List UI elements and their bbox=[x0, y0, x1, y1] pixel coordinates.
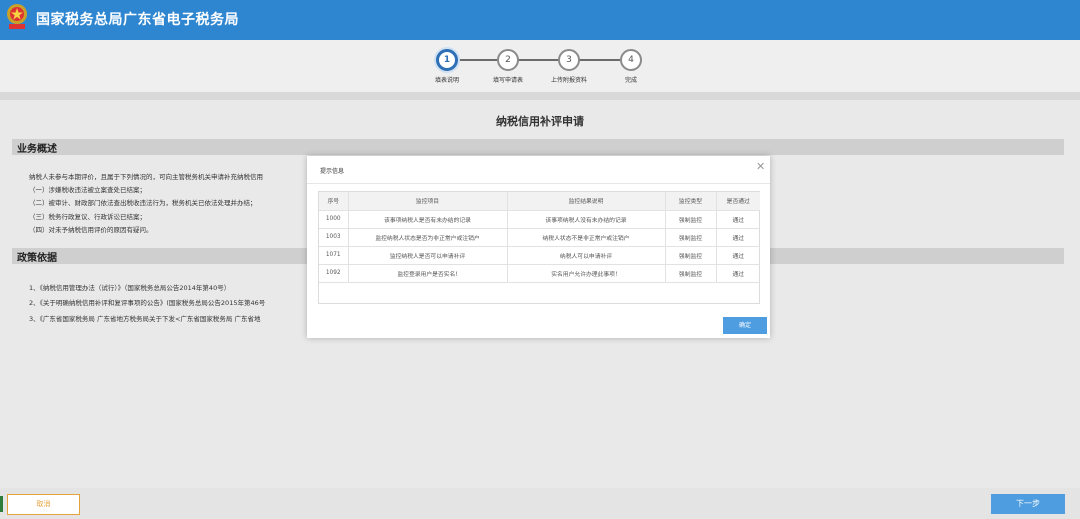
app-title: 国家税务总局广东省电子税务局 bbox=[36, 12, 239, 28]
table-cell: 强制监控 bbox=[665, 210, 717, 229]
confirm-button[interactable]: 确定 bbox=[723, 317, 767, 334]
column-header: 监控类型 bbox=[665, 192, 717, 211]
left-edge-marker bbox=[0, 496, 3, 512]
table-cell: 通过 bbox=[716, 228, 760, 247]
step-1-circle: 1 bbox=[436, 49, 458, 71]
overview-section-header: 业务概述 bbox=[12, 139, 1064, 155]
table-row: 1092 监控登录用户是否实名! 实名用户允许办理此事项！ 强制监控 通过 bbox=[319, 264, 760, 283]
table-cell: 1092 bbox=[319, 264, 349, 283]
top-header-bar: 国家税务总局广东省电子税务局 bbox=[0, 0, 1080, 40]
table-cell: 1071 bbox=[319, 246, 349, 265]
cancel-button[interactable]: 取消 bbox=[7, 494, 80, 515]
column-header: 监控项目 bbox=[348, 192, 508, 211]
step-indicator: 1 2 3 4 填表说明 填写申请表 上传附报资料 完成 bbox=[0, 40, 1080, 92]
step-4-label: 完成 bbox=[624, 77, 637, 84]
table-cell: 实名用户允许办理此事项！ bbox=[507, 264, 666, 283]
overview-title: 业务概述 bbox=[17, 144, 57, 155]
policy-title: 政策依据 bbox=[17, 253, 57, 264]
table-cell: 1003 bbox=[319, 228, 349, 247]
overview-line: （三）税务行政复议、行政诉讼已结案； bbox=[29, 213, 146, 221]
table-cell: 监控纳税人状态是否为非正常户或注销户 bbox=[348, 228, 508, 247]
overview-line: （一）涉嫌税收违法被立案查处已结案； bbox=[29, 186, 146, 194]
table-cell: 1000 bbox=[319, 210, 349, 229]
step-3-label: 上传附报资料 bbox=[550, 77, 587, 84]
overview-line: （四）对未予纳税信用评价的原因有疑问。 bbox=[29, 226, 153, 234]
table-cell: 强制监控 bbox=[665, 228, 717, 247]
step-connector bbox=[579, 59, 620, 61]
prompt-info-dialog: 提示信息 ✕ 序号 监控项目 监控结果说明 监控类型 是否通过 1000 该事项… bbox=[307, 156, 770, 338]
column-header: 序号 bbox=[319, 192, 349, 211]
table-cell: 该事项纳税人是否有未办结的记录 bbox=[348, 210, 508, 229]
tax-emblem-icon bbox=[7, 4, 27, 29]
table-cell: 纳税人可以申请补评 bbox=[507, 246, 666, 265]
table-row: 1000 该事项纳税人是否有未办结的记录 该事项纳税人没有未办结的记录 强制监控… bbox=[319, 210, 760, 229]
policy-line: 1、《纳税信用管理办法（试行）》（国家税务总局公告2014年第40号） bbox=[29, 284, 231, 292]
page-title: 纳税信用补评申请 bbox=[496, 115, 584, 128]
policy-line: 3、《广东省国家税务局 广东省地方税务局关于下发<广东省国家税务局 广东省地 bbox=[29, 315, 261, 323]
footer-bar bbox=[0, 488, 1080, 519]
table-cell: 通过 bbox=[716, 264, 760, 283]
table-cell: 通过 bbox=[716, 210, 760, 229]
dialog-divider bbox=[307, 183, 770, 184]
table-row: 1003 监控纳税人状态是否为非正常户或注销户 纳税人状态不是非正常户或注销户 … bbox=[319, 228, 760, 247]
step-1-label: 填表说明 bbox=[434, 77, 459, 84]
monitor-table: 序号 监控项目 监控结果说明 监控类型 是否通过 1000 该事项纳税人是否有未… bbox=[318, 191, 760, 304]
table-header-row: 序号 监控项目 监控结果说明 监控类型 是否通过 bbox=[319, 192, 760, 211]
overview-line: （二）被审计、财政部门依法查出税收违法行为，税务机关已依法处理并办结； bbox=[29, 199, 257, 207]
step-4-circle: 4 bbox=[620, 49, 642, 71]
table-cell: 通过 bbox=[716, 246, 760, 265]
step-3-circle: 3 bbox=[558, 49, 580, 71]
column-header: 是否通过 bbox=[716, 192, 760, 211]
table-row: 1071 监控纳税人是否可以申请补评 纳税人可以申请补评 强制监控 通过 bbox=[319, 246, 760, 265]
table-cell: 监控纳税人是否可以申请补评 bbox=[348, 246, 508, 265]
column-header: 监控结果说明 bbox=[507, 192, 666, 211]
table-cell: 纳税人状态不是非正常户或注销户 bbox=[507, 228, 666, 247]
policy-line: 2、《关于明确纳税信用补评和复评事项的公告》(国家税务总局公告2015年第46号 bbox=[29, 299, 266, 307]
table-cell: 监控登录用户是否实名! bbox=[348, 264, 508, 283]
step-connector bbox=[518, 59, 558, 61]
overview-line: 纳税人未参与本期评价，且属于下列情况的，可向主管税务机关申请补充纳税信用 bbox=[29, 173, 263, 181]
step-2-label: 填写申请表 bbox=[492, 77, 523, 84]
dialog-title: 提示信息 bbox=[320, 168, 345, 175]
table-cell: 强制监控 bbox=[665, 264, 717, 283]
next-step-button[interactable]: 下一步 bbox=[991, 494, 1065, 514]
divider-band bbox=[0, 92, 1080, 100]
table-cell: 强制监控 bbox=[665, 246, 717, 265]
close-icon[interactable]: ✕ bbox=[756, 161, 765, 172]
step-2-circle: 2 bbox=[497, 49, 519, 71]
table-cell: 该事项纳税人没有未办结的记录 bbox=[507, 210, 666, 229]
step-connector bbox=[458, 59, 497, 61]
